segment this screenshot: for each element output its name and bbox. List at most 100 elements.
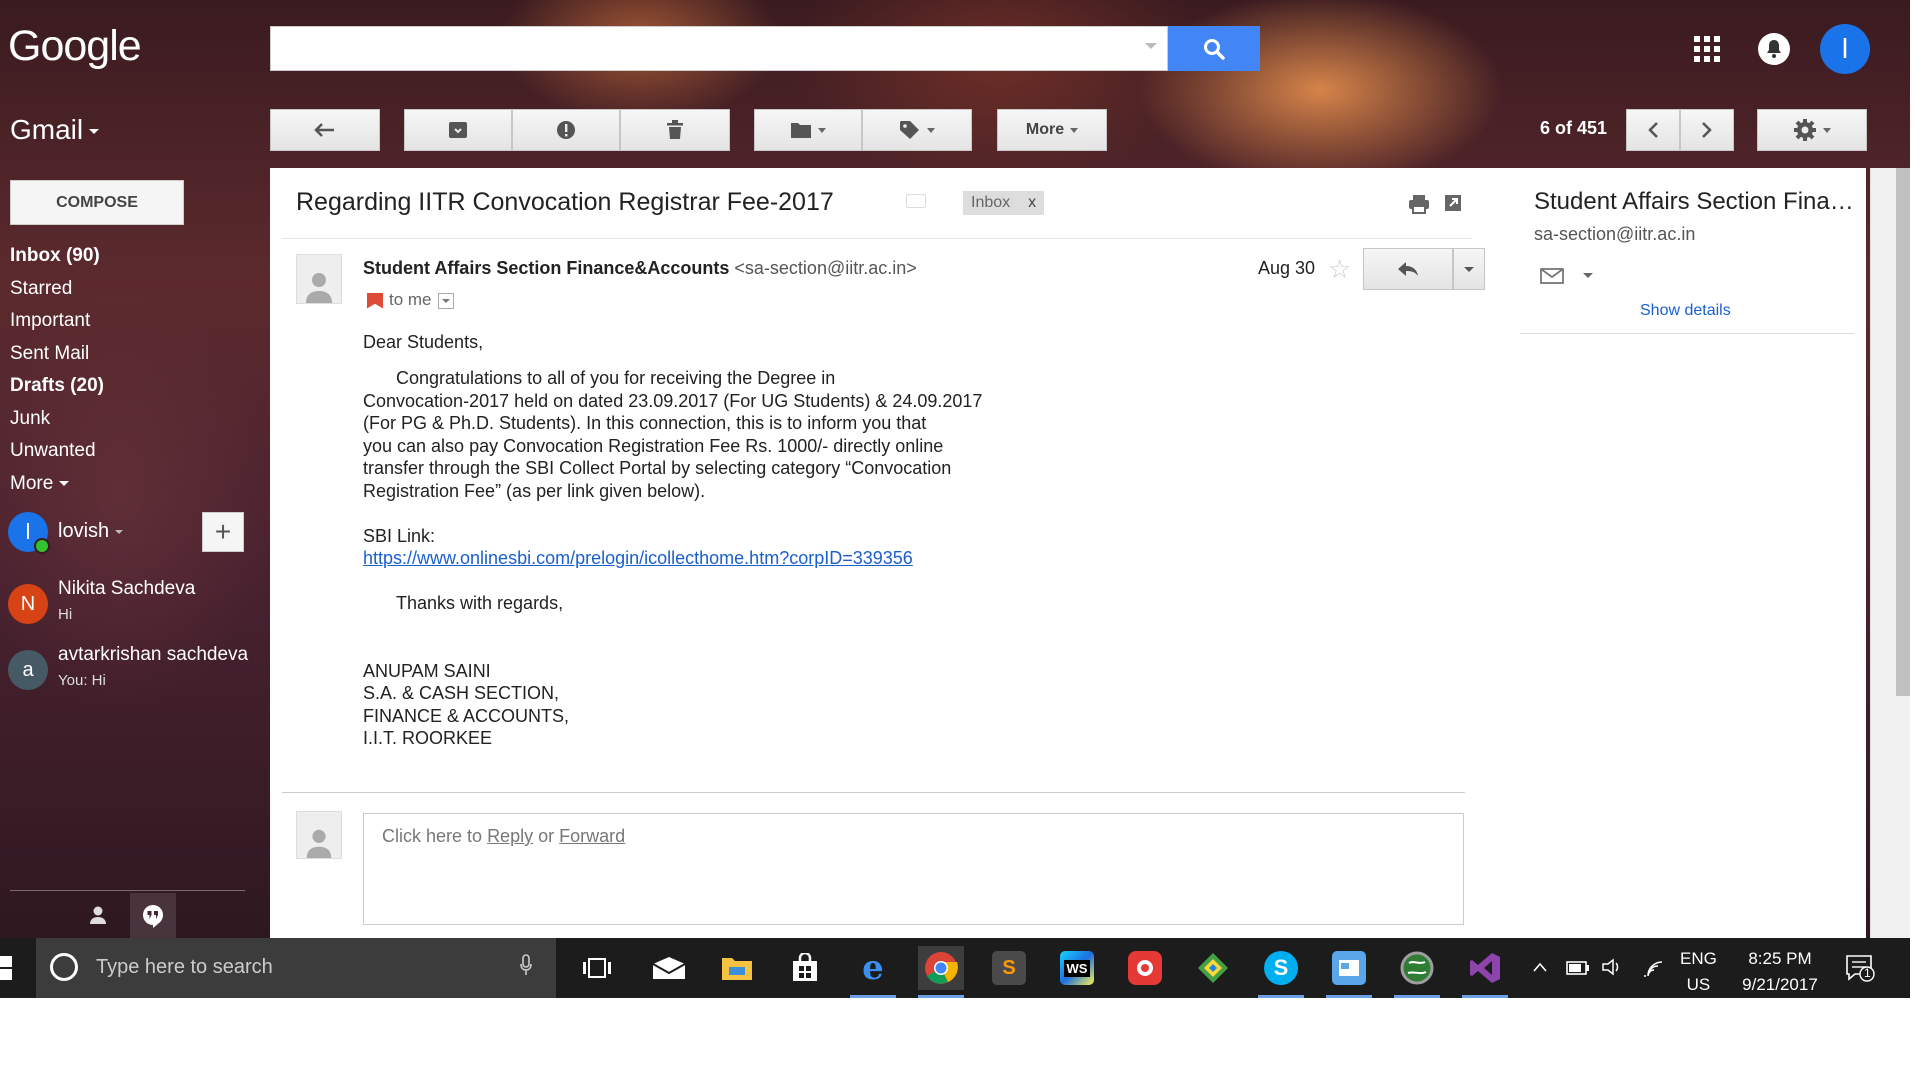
archive-button[interactable] (404, 109, 512, 151)
more-button[interactable]: More (997, 109, 1107, 151)
settings-button[interactable] (1757, 109, 1867, 151)
sidebar-item-more[interactable]: More (10, 468, 260, 501)
email-date: Aug 30 (1258, 258, 1316, 278)
keyboard-region: US (1686, 975, 1711, 994)
person-icon[interactable] (88, 905, 108, 925)
store-icon[interactable] (782, 946, 828, 990)
search-box[interactable] (270, 26, 1168, 71)
sidebar-item-important[interactable]: Important (10, 305, 260, 338)
new-conversation-button[interactable]: + (202, 512, 244, 552)
running-indicator (1394, 995, 1440, 998)
mail-icon[interactable] (646, 946, 692, 990)
sidebar-item-junk[interactable]: Junk (10, 403, 260, 436)
contact-name: Nikita Sachdeva (58, 578, 196, 599)
sidebar-nav: Inbox (90) Starred Important Sent Mail D… (10, 240, 260, 500)
star-icon[interactable]: ☆ (1328, 254, 1351, 285)
contact-item[interactable]: a avtarkrishan sachdeva You: Hi (8, 642, 248, 698)
search-input[interactable] (271, 27, 1143, 69)
older-button[interactable] (1680, 109, 1734, 151)
taskbar-search[interactable]: Type here to search (36, 938, 556, 998)
file-explorer-icon[interactable] (714, 946, 760, 990)
important-marker-icon[interactable] (367, 292, 383, 309)
quick-reply-box[interactable]: Click here to Reply or Forward (363, 813, 1464, 925)
user-name: lovish (58, 520, 110, 542)
volume-icon[interactable] (1602, 958, 1624, 981)
sidebar-item-inbox[interactable]: Inbox (90) (10, 240, 260, 273)
edge-icon[interactable]: e (850, 946, 896, 998)
wifi-icon[interactable] (1642, 958, 1664, 983)
app-blue-icon[interactable] (1326, 946, 1372, 998)
contact-name: avtarkrishan sachdeva (58, 644, 249, 665)
hangouts-tab[interactable] (130, 893, 176, 939)
newer-button[interactable] (1626, 109, 1680, 151)
contact-item[interactable]: N Nikita Sachdeva Hi (8, 576, 248, 632)
greeting: Dear Students, (363, 332, 484, 352)
app-green-icon[interactable] (1190, 946, 1236, 990)
show-details-dropdown[interactable] (437, 292, 454, 309)
scrollbar-thumb[interactable] (1896, 168, 1910, 696)
reply-button[interactable] (1363, 248, 1453, 290)
sbi-link[interactable]: https://www.onlinesbi.com/prelogin/icoll… (363, 548, 913, 568)
reply-link[interactable]: Reply (487, 826, 533, 846)
move-to-button[interactable] (754, 109, 862, 151)
avatar[interactable]: l (8, 512, 50, 554)
sidebar-more-label: More (10, 472, 54, 494)
forward-link[interactable]: Forward (559, 826, 625, 846)
apps-grid-icon[interactable] (1694, 36, 1720, 62)
chrome-icon[interactable] (918, 946, 964, 998)
bell-icon[interactable] (1758, 33, 1790, 65)
label-tag-icon (900, 121, 919, 139)
sender-name[interactable]: Student Affairs Section Finance&Accounts (363, 258, 729, 278)
link-label: SBI Link: (363, 525, 436, 546)
contact-panel-name: Student Affairs Section Finance&Accounts (1534, 188, 1854, 215)
body-line: Congratulations to all of you for receiv… (396, 368, 836, 388)
labels-button[interactable] (862, 109, 972, 151)
globe-icon[interactable] (1394, 946, 1440, 998)
skype-icon[interactable]: S (1258, 946, 1304, 998)
show-details-link[interactable]: Show details (1640, 302, 1731, 320)
sidebar-item-unwanted[interactable]: Unwanted (10, 435, 260, 468)
account-avatar[interactable]: l (1820, 24, 1870, 74)
remove-label-button[interactable]: x (1028, 194, 1036, 211)
sidebar-item-sent-mail[interactable]: Sent Mail (10, 338, 260, 371)
report-spam-button[interactable] (512, 109, 620, 151)
app-red-icon[interactable] (1122, 946, 1168, 990)
compose-button[interactable]: COMPOSE (10, 180, 184, 225)
sublime-icon[interactable]: S (986, 946, 1032, 990)
language-code: ENG (1680, 949, 1717, 968)
more-actions-dropdown[interactable] (1453, 248, 1485, 290)
chevron-down-icon[interactable] (1583, 273, 1593, 278)
chevron-up-icon[interactable] (1532, 958, 1548, 978)
sidebar-item-starred[interactable]: Starred (10, 273, 260, 306)
chevron-down-icon (115, 529, 124, 534)
label-outline-icon[interactable] (906, 194, 926, 208)
gmail-menu[interactable]: Gmail (10, 114, 100, 146)
delete-button[interactable] (620, 109, 730, 151)
hangouts-quote-icon (143, 905, 163, 928)
reply-prompt: Click here to (382, 826, 483, 846)
back-arrow-icon (314, 123, 334, 137)
search-options-caret-icon[interactable] (1145, 43, 1157, 49)
printer-icon[interactable] (1408, 194, 1430, 214)
running-indicator (1258, 995, 1304, 998)
action-center-icon[interactable]: 1 (1845, 954, 1875, 982)
taskbar-clock[interactable]: 8:25 PM 9/21/2017 (1730, 946, 1830, 998)
microphone-icon[interactable] (520, 954, 532, 976)
sidebar-item-drafts[interactable]: Drafts (20) (10, 370, 260, 403)
search-button[interactable] (1168, 26, 1260, 71)
envelope-icon[interactable] (1540, 268, 1564, 284)
plus-icon: + (214, 516, 232, 547)
new-window-icon[interactable] (1444, 194, 1462, 212)
input-language-indicator[interactable]: ENG US (1680, 946, 1717, 998)
battery-icon[interactable] (1566, 960, 1590, 980)
back-button[interactable] (270, 109, 380, 151)
visual-studio-icon[interactable] (1462, 946, 1508, 998)
google-logo[interactable]: Google (8, 22, 142, 71)
windows-start-icon[interactable] (0, 956, 14, 980)
cortana-icon[interactable] (50, 953, 78, 981)
webstorm-icon[interactable]: WS (1054, 946, 1100, 990)
scrollbar[interactable] (1870, 168, 1910, 938)
trash-icon (667, 120, 683, 139)
user-status-menu[interactable]: lovish (58, 520, 124, 543)
task-view-icon[interactable] (574, 946, 620, 990)
